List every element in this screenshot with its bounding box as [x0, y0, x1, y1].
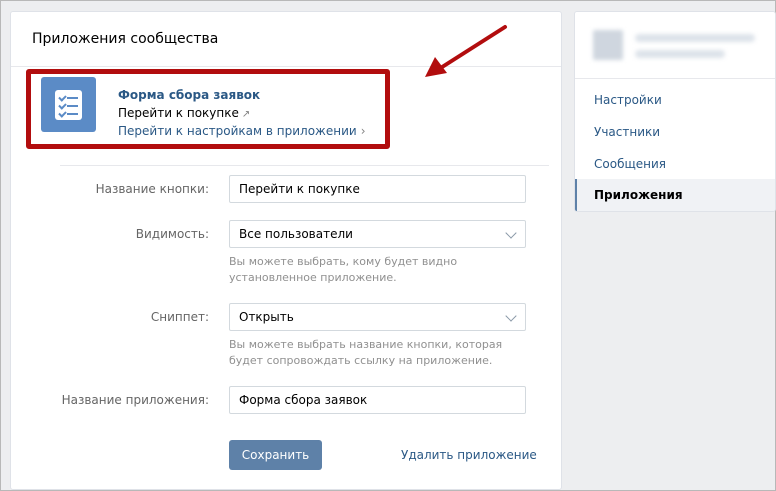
- highlight-box: [26, 69, 390, 149]
- button-name-input[interactable]: [229, 175, 526, 203]
- chevron-down-icon: [505, 227, 517, 239]
- visibility-label: Видимость:: [135, 227, 209, 241]
- sidebar-item-settings[interactable]: Настройки: [575, 84, 775, 116]
- snippet-hint: Вы можете выбрать название кнопки, котор…: [229, 338, 503, 367]
- snippet-select[interactable]: Открыть: [229, 303, 526, 331]
- visibility-hint: Вы можете выбрать, кому будет видно уста…: [229, 255, 458, 284]
- save-button[interactable]: Сохранить: [229, 440, 322, 470]
- button-name-label: Название кнопки:: [95, 182, 209, 196]
- sidebar: Настройки Участники Сообщения Приложения: [574, 11, 776, 212]
- avatar: [593, 30, 623, 60]
- sidebar-item-members[interactable]: Участники: [575, 116, 775, 148]
- page-frame: Приложения сообщества Название кнопки: В…: [0, 0, 776, 491]
- app-name-input[interactable]: [229, 386, 526, 414]
- sidebar-item-messages[interactable]: Сообщения: [575, 148, 775, 180]
- delete-app-link[interactable]: Удалить приложение: [401, 448, 537, 462]
- snippet-label: Сниппет:: [150, 310, 209, 324]
- chevron-down-icon: [505, 310, 517, 322]
- app-name-label: Название приложения:: [61, 393, 209, 407]
- divider: [60, 165, 549, 166]
- snippet-value: Открыть: [239, 310, 294, 324]
- sidebar-item-apps[interactable]: Приложения: [575, 179, 775, 211]
- visibility-value: Все пользователи: [239, 227, 353, 241]
- annotation-arrow-icon: [425, 25, 507, 77]
- community-header: [575, 12, 775, 79]
- visibility-select[interactable]: Все пользователи: [229, 220, 526, 248]
